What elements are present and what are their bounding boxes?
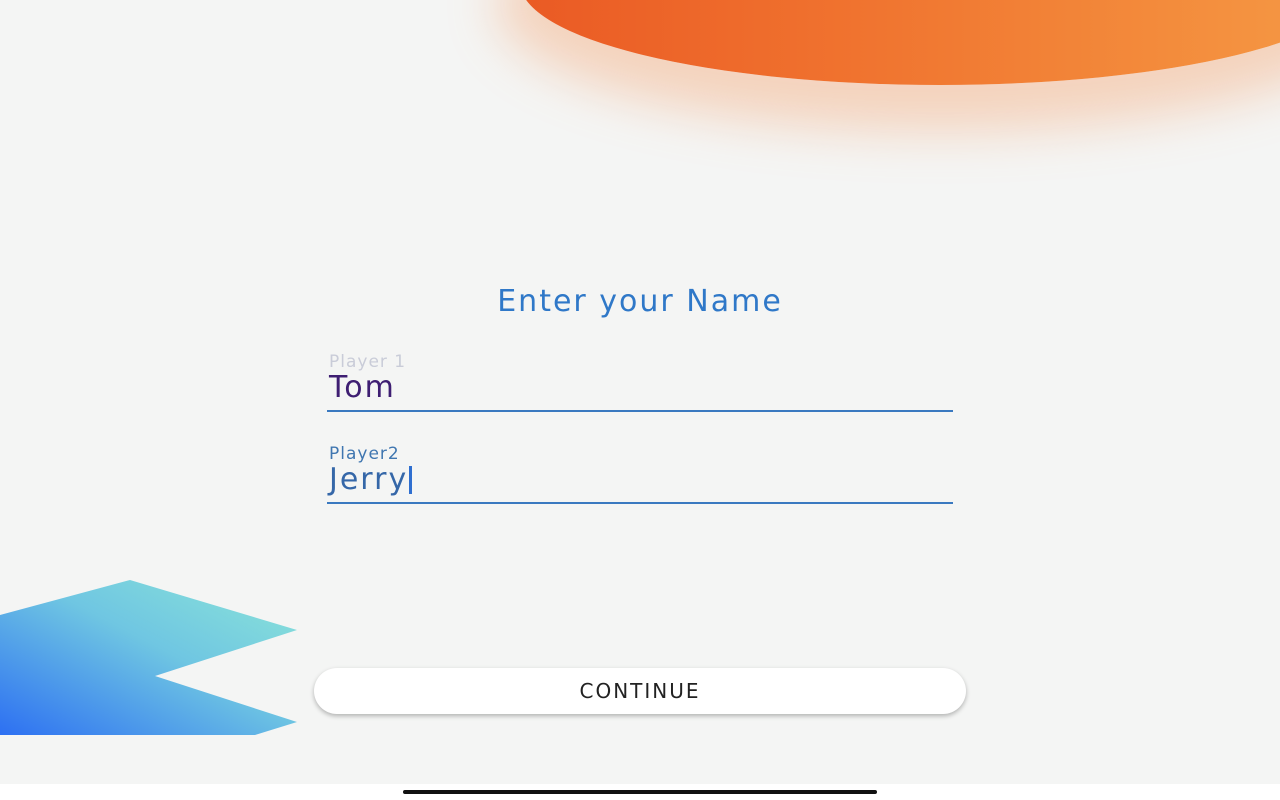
player-2-label: Player2	[329, 444, 400, 464]
text-cursor	[409, 465, 413, 494]
player-2-input[interactable]: Jerry	[329, 462, 413, 497]
page-title: Enter your Name	[497, 284, 783, 319]
name-entry-screen: Enter your Name Player 1 Tom Player2 Jer…	[0, 0, 1280, 800]
player-1-field[interactable]: Player 1 Tom	[327, 352, 953, 412]
chevron-shape-decoration	[0, 580, 300, 735]
home-indicator[interactable]	[403, 790, 877, 794]
continue-button[interactable]: CONTINUE	[314, 668, 966, 714]
player-1-value: Tom	[329, 370, 396, 405]
player-1-input[interactable]: Tom	[329, 370, 396, 405]
player-2-field[interactable]: Player2 Jerry	[327, 444, 953, 504]
player-2-value: Jerry	[329, 462, 409, 497]
orange-blob-decoration	[520, 0, 1280, 85]
continue-button-label: CONTINUE	[579, 679, 701, 703]
player-1-label: Player 1	[329, 352, 407, 372]
